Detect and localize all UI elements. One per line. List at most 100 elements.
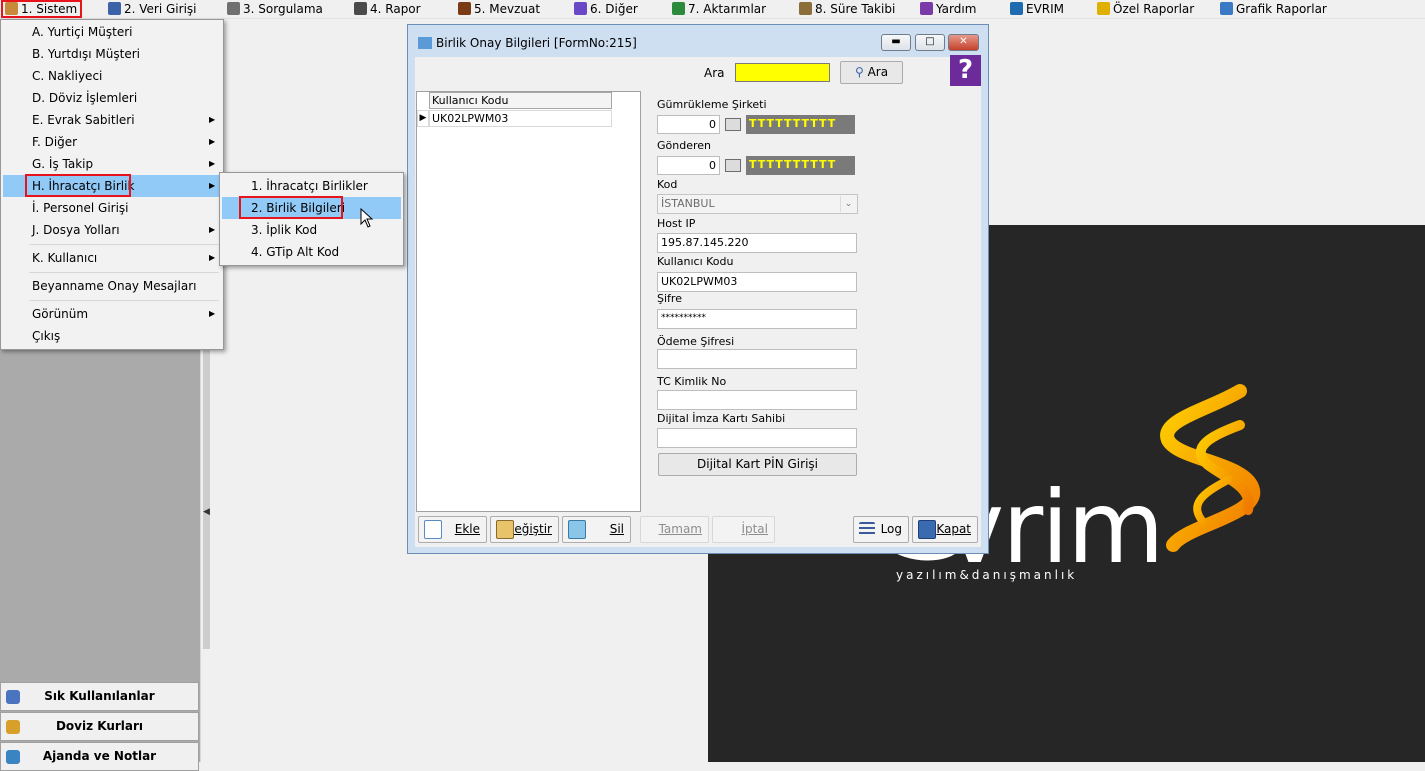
- query-icon: [227, 2, 240, 15]
- grid-header-kullanici-kodu[interactable]: Kullanıcı Kodu: [429, 92, 612, 109]
- sidebar-currency-button[interactable]: Doviz Kurları: [0, 712, 199, 741]
- help-button[interactable]: ?: [950, 55, 981, 86]
- menu-evrim[interactable]: EVRIM: [1009, 0, 1064, 19]
- gumrukleme-name-field: TTTTTTTTTT: [746, 115, 855, 134]
- menu-sorgulama[interactable]: 3. Sorgulama: [226, 0, 323, 19]
- submenu-arrow-icon: ▶: [209, 309, 216, 318]
- submenu-item-ihracatci-birlikler[interactable]: 1. İhracatçı Birlikler: [222, 175, 401, 197]
- ekle-button[interactable]: Ekle: [418, 516, 487, 543]
- sil-button[interactable]: Sil: [562, 516, 631, 543]
- host-ip-field[interactable]: 195.87.145.220: [657, 233, 857, 253]
- magnifier-icon: ⚲: [854, 65, 864, 79]
- minimize-button[interactable]: ▬: [881, 34, 911, 51]
- menu-item-beyanname-onay[interactable]: Beyanname Onay Mesajları: [3, 275, 221, 297]
- menu-item-nakliyeci[interactable]: C. Nakliyeci: [3, 65, 221, 87]
- menu-aktarimlar[interactable]: 7. Aktarımlar: [671, 0, 766, 19]
- collapse-arrow-icon[interactable]: ◀: [203, 507, 210, 517]
- sifre-field[interactable]: **********: [657, 309, 857, 329]
- maximize-button[interactable]: □: [915, 34, 945, 51]
- ihracatci-birlik-submenu: 1. İhracatçı Birlikler 2. Birlik Bilgile…: [219, 172, 404, 266]
- tc-kimlik-field[interactable]: [657, 390, 857, 410]
- edit-pen-icon: [496, 520, 514, 539]
- menu-item-evrak-sabitleri[interactable]: E. Evrak Sabitleri ▶: [3, 109, 221, 131]
- close-button[interactable]: ✕: [948, 34, 979, 51]
- host-ip-label: Host IP: [657, 217, 696, 230]
- log-list-icon: [859, 522, 875, 536]
- menu-grafik-raporlar[interactable]: Grafik Raporlar: [1219, 0, 1327, 19]
- misc-icon: [574, 2, 587, 15]
- menu-mevzuat[interactable]: 5. Mevzuat: [457, 0, 540, 19]
- sidebar-favorites-button[interactable]: Sık Kullanılanlar: [0, 682, 199, 711]
- window-title: Birlik Onay Bilgileri [FormNo:215]: [418, 36, 637, 50]
- log-button[interactable]: Log: [853, 516, 909, 543]
- maximize-icon: □: [925, 36, 935, 47]
- menu-veri-girisi[interactable]: 2. Veri Girişi: [107, 0, 197, 19]
- dijital-kart-pin-button[interactable]: Dijital Kart PİN Girişi: [658, 453, 857, 476]
- close-icon: ✕: [959, 36, 968, 47]
- gear-icon: [5, 2, 18, 15]
- menu-rapor[interactable]: 4. Rapor: [353, 0, 421, 19]
- kapat-button[interactable]: Kapat: [912, 516, 978, 543]
- menu-item-doviz-islemleri[interactable]: D. Döviz İşlemleri: [3, 87, 221, 109]
- menu-item-is-takip[interactable]: G. İş Takip ▶: [3, 153, 221, 175]
- gumrukleme-label: Gümrükleme Şirketi: [657, 98, 767, 111]
- favorites-icon: [6, 690, 20, 704]
- user-code-grid[interactable]: Kullanıcı Kodu ▶ UK02LPWM03: [416, 91, 641, 512]
- printer-icon: [354, 2, 367, 15]
- star-icon: [1097, 2, 1110, 15]
- menu-item-gorunum[interactable]: Görünüm ▶: [3, 303, 221, 325]
- mouse-cursor-icon: [360, 208, 374, 228]
- new-document-icon: [424, 520, 442, 539]
- menu-yardim[interactable]: Yardım: [919, 0, 976, 19]
- menu-separator: [29, 244, 219, 245]
- iptal-button[interactable]: İptal: [712, 516, 775, 543]
- dijital-imza-field[interactable]: [657, 428, 857, 448]
- menu-sistem[interactable]: 1. Sistem: [1, 0, 83, 18]
- menu-item-cikis[interactable]: Çıkış: [3, 325, 221, 347]
- lookup-button-icon[interactable]: [725, 159, 741, 172]
- highlight-box: [239, 196, 343, 219]
- chart-icon: [1220, 2, 1233, 15]
- menu-item-dosya-yollari[interactable]: J. Dosya Yolları ▶: [3, 219, 221, 241]
- submenu-item-gtip-alt-kod[interactable]: 4. GTip Alt Kod: [222, 241, 401, 263]
- exit-door-icon: [918, 520, 936, 539]
- main-menubar: 1. Sistem 2. Veri Girişi 3. Sorgulama 4.…: [0, 0, 1425, 19]
- submenu-arrow-icon: ▶: [209, 181, 216, 190]
- degistir-button[interactable]: Değiştir: [490, 516, 559, 543]
- search-button[interactable]: ⚲ Ara: [840, 61, 903, 84]
- submenu-arrow-icon: ▶: [209, 137, 216, 146]
- help-icon: [920, 2, 933, 15]
- menu-item-personel-girisi[interactable]: İ. Personel Girişi: [3, 197, 221, 219]
- window-app-icon: [418, 37, 432, 49]
- minimize-icon: ▬: [891, 36, 901, 47]
- menu-item-yurtici-musteri[interactable]: A. Yurtiçi Müşteri: [3, 21, 221, 43]
- menu-item-yurtdisi-musteri[interactable]: B. Yurtdışı Müşteri: [3, 43, 221, 65]
- sidebar-agenda-button[interactable]: Ajanda ve Notlar: [0, 742, 199, 771]
- tamam-button[interactable]: Tamam: [640, 516, 709, 543]
- table-row[interactable]: UK02LPWM03: [429, 110, 612, 127]
- gumrukleme-code-field[interactable]: 0: [657, 115, 720, 134]
- scrollbar-thumb[interactable]: [203, 349, 210, 649]
- menu-item-diger[interactable]: F. Diğer ▶: [3, 131, 221, 153]
- lookup-button-icon[interactable]: [725, 118, 741, 131]
- odeme-sifresi-label: Ödeme Şifresi: [657, 335, 735, 348]
- menu-ozel-raporlar[interactable]: Özel Raporlar: [1096, 0, 1194, 19]
- books-icon: [458, 2, 471, 15]
- kod-select[interactable]: İSTANBUL ⌄: [657, 194, 858, 214]
- clipboard-icon: [799, 2, 812, 15]
- row-indicator-icon: ▶: [417, 110, 429, 127]
- evrim-logo-subtitle: yazılım&danışmanlık: [896, 568, 1078, 582]
- submenu-arrow-icon: ▶: [209, 253, 216, 262]
- menu-sure-takibi[interactable]: 8. Süre Takibi: [798, 0, 895, 19]
- search-input[interactable]: [735, 63, 830, 82]
- submenu-arrow-icon: ▶: [209, 225, 216, 234]
- gonderen-code-field[interactable]: 0: [657, 156, 720, 175]
- chevron-down-icon[interactable]: ⌄: [840, 196, 856, 212]
- menu-item-kullanici[interactable]: K. Kullanıcı ▶: [3, 247, 221, 269]
- evrim-icon: [1010, 2, 1023, 15]
- menu-diger[interactable]: 6. Diğer: [573, 0, 638, 19]
- kullanici-kodu-field[interactable]: UK02LPWM03: [657, 272, 857, 292]
- submenu-item-iplik-kod[interactable]: 3. İplik Kod: [222, 219, 401, 241]
- odeme-sifresi-field[interactable]: [657, 349, 857, 369]
- edit-icon: [108, 2, 121, 15]
